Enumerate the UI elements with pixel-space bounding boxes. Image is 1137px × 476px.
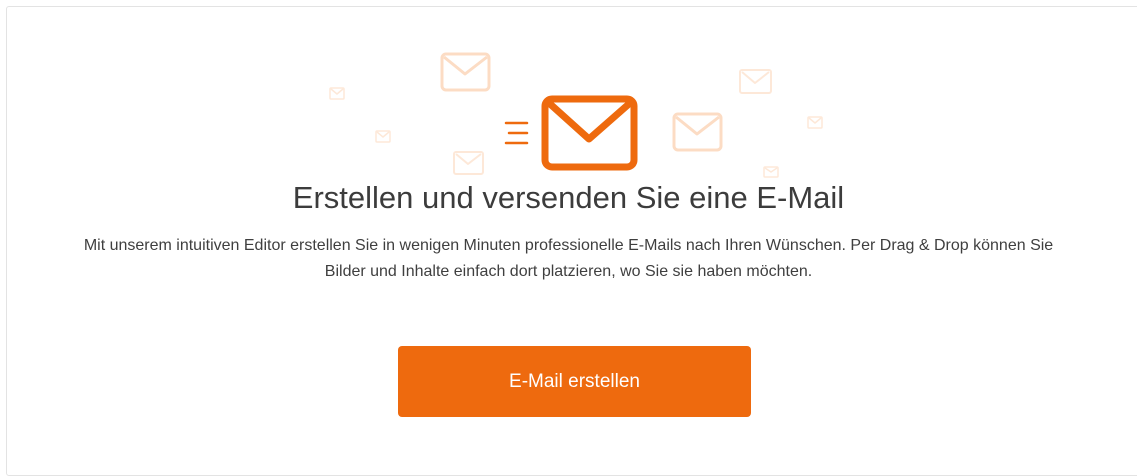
page-title: Erstellen und versenden Sie eine E-Mail bbox=[292, 180, 845, 215]
background-envelope-icon bbox=[453, 151, 484, 175]
email-illustration bbox=[329, 52, 823, 178]
speed-lines-icon bbox=[504, 121, 529, 145]
background-envelope-icon bbox=[375, 130, 391, 143]
background-envelope-icon bbox=[672, 112, 723, 152]
create-email-button[interactable]: E-Mail erstellen bbox=[398, 346, 751, 417]
background-envelope-icon bbox=[739, 69, 772, 94]
envelope-icon bbox=[541, 95, 638, 171]
background-envelope-icon bbox=[807, 116, 823, 129]
background-envelope-icon bbox=[440, 52, 491, 92]
description-text: Mit unserem intuitiven Editor erstellen … bbox=[83, 237, 1054, 280]
background-envelope-icon bbox=[329, 87, 345, 100]
